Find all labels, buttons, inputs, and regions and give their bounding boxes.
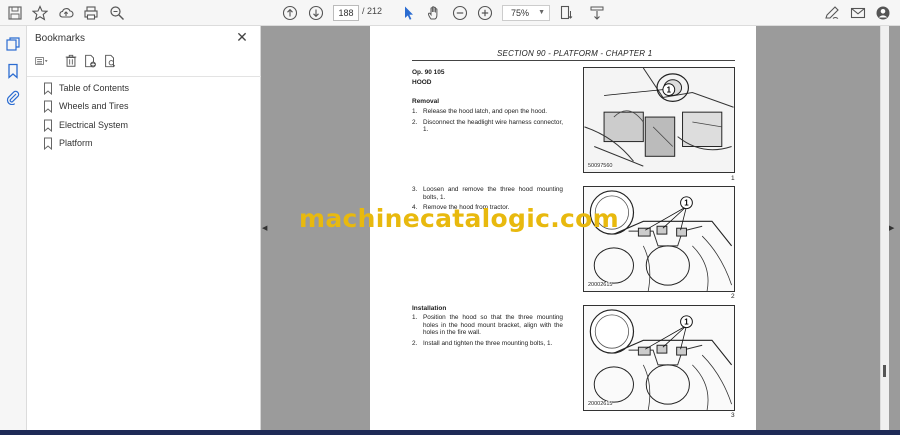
figure-number: 2 [731,293,735,300]
figure-code: 20002615 [588,282,613,288]
zoom-in-icon[interactable] [476,4,494,22]
callout-1: 1 [684,318,689,327]
step-row: 3. Loosen and remove the three hood mount… [412,186,563,201]
close-icon[interactable]: ✕ [235,30,249,44]
section-header: SECTION 90 - PLATFORM - CHAPTER 1 [497,49,653,58]
account-icon[interactable] [874,4,892,22]
navigation-rail [0,26,27,435]
page-thumbnails-icon[interactable] [5,36,21,52]
hand-tool-icon[interactable] [425,4,443,22]
zoom-search-icon[interactable] [108,4,126,22]
bookmark-item-wheels-and-tires[interactable]: Wheels and Tires [43,99,129,113]
next-page-icon[interactable] [307,4,325,22]
figure-code: 20002615 [588,401,613,407]
top-toolbar: 188 / 212 75% ▼ [0,0,900,26]
attachments-icon[interactable] [5,89,21,106]
delete-icon[interactable] [64,54,80,70]
bookmark-icon [44,119,52,132]
hood-bracket-illustration: 1 [584,306,734,410]
step-text: Install and tighten the three mounting b… [423,339,553,347]
zoom-out-icon[interactable] [451,4,469,22]
figure-code: 50097560 [588,163,613,169]
bookmark-label: Platform [59,138,93,148]
figure-number: 3 [731,412,735,419]
figure-hood-bolts-installation: 1 20002615 [583,305,735,411]
print-icon[interactable] [82,4,100,22]
bookmark-label: Wheels and Tires [59,101,129,111]
bookmark-star-icon[interactable] [31,4,49,22]
removal-steps: 1. Release the hood latch, and open the h… [412,108,563,137]
callout-1: 1 [667,86,672,95]
bookmark-item-platform[interactable]: Platform [43,136,93,150]
save-icon[interactable] [6,4,24,22]
step-number: 2. [412,118,418,126]
page-total: / 212 [362,6,383,16]
previous-page-icon[interactable] [281,4,299,22]
step-row: 1. Position the hood so that the three mo… [412,314,563,337]
step-text: Disconnect the headlight wire harness co… [423,118,563,134]
figure-engine-harness: 1 50097560 [583,67,735,173]
step-text: Release the hood latch, and open the hoo… [423,108,548,115]
bookmarks-icon[interactable] [5,63,21,79]
figure-hood-bolts-removal: 1 20002615 [583,186,735,292]
chevron-down-icon: ▼ [538,9,545,16]
zoom-level-select[interactable]: 75% ▼ [502,5,550,21]
bookmark-label: Table of Contents [59,83,130,93]
select-cursor-icon[interactable] [400,4,418,22]
removal-heading: Removal [412,98,440,105]
find-bookmark-icon[interactable] [103,54,119,70]
op-title: HOOD [412,79,432,86]
panel-title: Bookmarks [35,33,86,44]
bookmark-item-electrical-system[interactable]: Electrical System [43,118,128,132]
callout-1: 1 [684,199,689,208]
figure-number: 1 [731,175,735,182]
bookmarks-panel: Bookmarks ✕ Table of Contents Wheels and… [27,26,261,435]
step-row: 2. Disconnect the headlight wire harness … [412,119,563,134]
step-text: Position the hood so that the three moun… [423,314,563,337]
step-number: 1. [412,314,418,321]
scrollbar-thumb[interactable] [883,365,886,377]
watermark-text: machinecatalogic.com [299,204,619,233]
options-menu-icon[interactable] [35,54,51,70]
header-rule [412,60,735,61]
hood-bracket-illustration: 1 [584,187,734,291]
bookmark-label: Electrical System [59,120,129,130]
email-icon[interactable] [849,4,867,22]
op-number: Op. 90 105 [412,69,445,76]
cloud-upload-icon[interactable] [57,4,75,22]
zoom-level-value: 75% [511,8,530,18]
annotate-pen-icon[interactable] [823,4,841,22]
taskbar-strip [0,430,900,435]
collapse-panel-icon[interactable]: ◀ [262,224,268,232]
fit-page-icon[interactable] [558,4,576,22]
step-text: Loosen and remove the three hood mountin… [423,186,563,201]
bookmark-item-table-of-contents[interactable]: Table of Contents [43,81,129,95]
step-row: 1. Release the hood latch, and open the h… [412,108,563,116]
engine-illustration: 1 [584,68,734,172]
panel-divider [27,76,261,77]
bookmark-icon [44,100,52,113]
step-number: 3. [412,186,418,193]
step-number: 1. [412,108,418,115]
step-row: 2. Install and tighten the three mounting… [412,340,563,348]
installation-heading: Installation [412,305,447,312]
scroll-mode-icon[interactable] [588,4,606,22]
page-number-input[interactable]: 188 [333,5,359,21]
bookmark-icon [44,82,52,95]
step-number: 2. [412,339,418,347]
installation-steps: 1. Position the hood so that the three mo… [412,314,563,350]
expand-panel-icon[interactable]: ▶ [889,224,895,232]
add-bookmark-icon[interactable] [83,54,99,70]
bookmark-icon [44,137,52,150]
